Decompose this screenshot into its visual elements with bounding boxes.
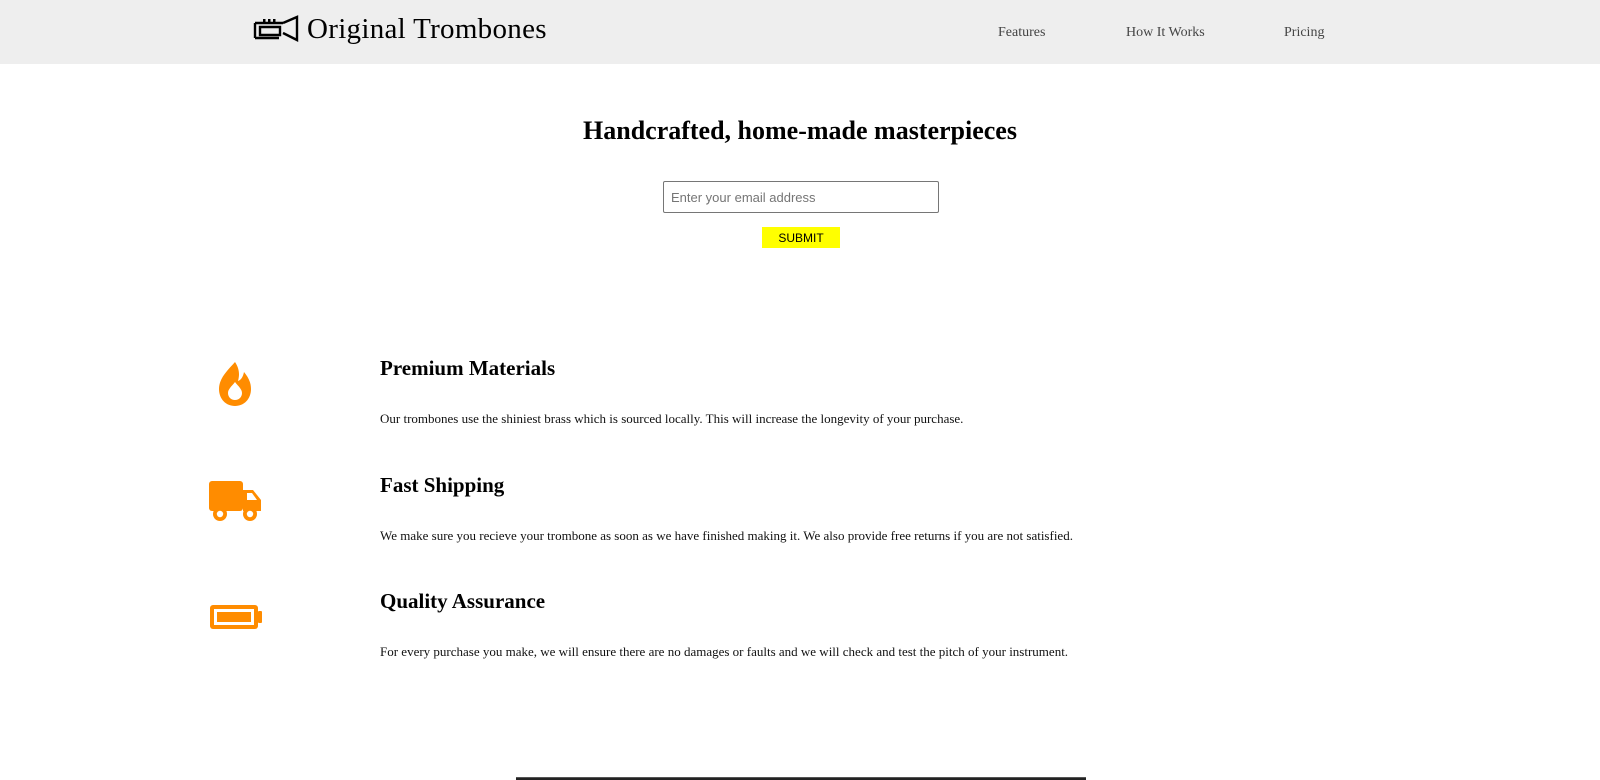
submit-button[interactable]: SUBMIT — [762, 227, 840, 248]
feature-title-quality-assurance: Quality Assurance — [380, 589, 546, 613]
feature-description-quality-assurance: For every purchase you make, we will ens… — [380, 644, 1069, 659]
battery-full-icon — [206, 594, 266, 644]
feature-description-fast-shipping: We make sure you recieve your trombone a… — [380, 528, 1073, 543]
feature-title-fast-shipping: Fast Shipping — [380, 473, 505, 497]
feature-title-premium-materials: Premium Materials — [380, 356, 556, 380]
hero-title: Handcrafted, home-made masterpieces — [583, 116, 1017, 145]
nav-link-features[interactable]: Features — [998, 24, 1045, 42]
email-input[interactable] — [663, 181, 939, 213]
truck-icon — [206, 477, 266, 527]
nav-link-how-it-works[interactable]: How It Works — [1126, 24, 1205, 42]
fire-icon — [206, 360, 266, 410]
site-header: Original Trombones Features How It Works… — [0, 0, 1600, 64]
nav-link-pricing[interactable]: Pricing — [1284, 24, 1324, 42]
feature-description-premium-materials: Our trombones use the shiniest brass whi… — [380, 411, 964, 426]
main-nav: Features How It Works Pricing — [0, 24, 1600, 42]
